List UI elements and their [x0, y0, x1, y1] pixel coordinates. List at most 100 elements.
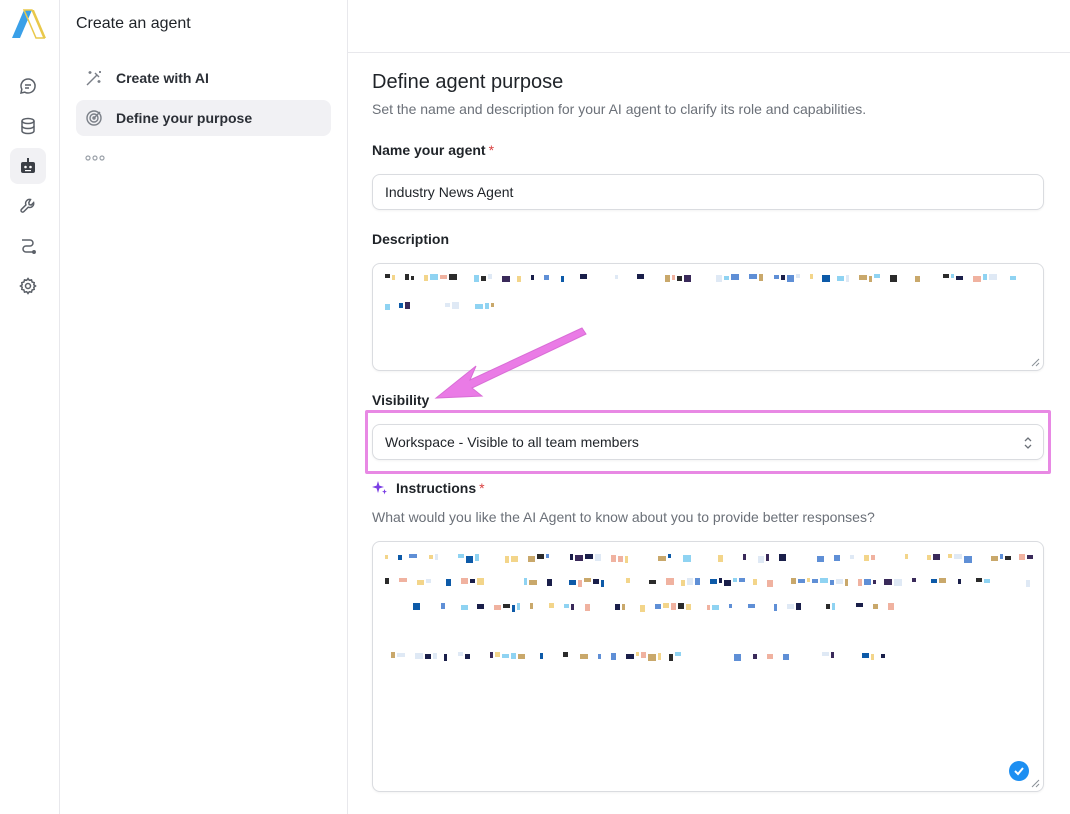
redacted-pixel: [517, 603, 520, 610]
wizard-panel: Create an agent Create with AI Define yo…: [60, 0, 348, 814]
redacted-pixel: [822, 652, 829, 656]
redacted-pixel: [683, 555, 691, 562]
redacted-pixel: [864, 579, 871, 585]
redacted-pixel: [753, 654, 757, 659]
app-logo-icon[interactable]: [10, 8, 48, 40]
redacted-pixel: [529, 580, 537, 585]
required-mark: *: [479, 480, 485, 496]
redacted-pixel: [733, 578, 737, 582]
redacted-pixel: [850, 555, 854, 559]
redacted-pixel: [894, 579, 902, 586]
redacted-pixel: [881, 654, 885, 658]
redacted-pixel: [385, 274, 390, 278]
redacted-pixel: [964, 556, 972, 563]
chat-nav-button[interactable]: [10, 68, 46, 104]
redacted-pixel: [836, 579, 843, 584]
redacted-pixel: [385, 304, 390, 310]
redacted-pixel: [787, 604, 794, 609]
redacted-pixel: [595, 554, 601, 561]
redacted-pixel: [537, 554, 544, 559]
redacted-pixel: [435, 554, 438, 560]
agent-name-input[interactable]: Industry News Agent: [372, 174, 1044, 210]
workflow-nav-button[interactable]: [10, 228, 46, 264]
redacted-pixel: [598, 654, 601, 659]
redacted-pixel: [810, 274, 813, 279]
redacted-pixel: [433, 653, 437, 659]
redacted-pixel: [779, 554, 786, 561]
redacted-pixel: [939, 578, 946, 583]
redacted-pixel: [716, 275, 722, 282]
redacted-pixel: [584, 578, 591, 582]
redacted-pixel: [524, 578, 527, 585]
grammar-check-icon[interactable]: [1009, 761, 1029, 781]
required-mark: *: [488, 142, 495, 158]
redacted-pixel: [856, 603, 863, 607]
redacted-pixel: [983, 274, 987, 280]
database-icon: [21, 117, 35, 135]
redacted-pixel: [758, 556, 764, 563]
redacted-pixel: [807, 578, 810, 582]
redacted-pixel: [748, 604, 755, 608]
redacted-pixel: [864, 555, 869, 561]
redacted-description-text: [385, 274, 1016, 310]
redacted-pixel: [663, 603, 669, 608]
instructions-label-text: Instructions: [396, 480, 477, 496]
nav-create-with-ai[interactable]: Create with AI: [76, 60, 331, 96]
redacted-pixel: [831, 652, 834, 658]
redacted-pixel: [948, 554, 952, 558]
redacted-pixel: [678, 603, 684, 609]
redacted-pixel: [888, 603, 894, 610]
redacted-pixel: [611, 653, 616, 660]
redacted-pixel: [1019, 554, 1025, 560]
redacted-pixel: [399, 303, 403, 308]
redacted-pixel: [417, 580, 424, 585]
redacted-pixel: [530, 603, 533, 609]
redacted-pixel: [546, 554, 549, 558]
redacted-pixel: [585, 604, 590, 611]
description-label: Description: [372, 231, 450, 247]
target-icon: [86, 110, 102, 126]
description-textarea[interactable]: [372, 263, 1044, 371]
redacted-pixel: [871, 555, 875, 560]
redacted-pixel: [812, 579, 818, 583]
redacted-pixel: [409, 554, 417, 558]
redacted-pixel: [640, 605, 645, 612]
redacted-pixel: [477, 578, 484, 585]
resize-handle-icon[interactable]: [1031, 358, 1040, 367]
chat-icon: [20, 78, 36, 94]
redacted-pixel: [798, 579, 805, 583]
visibility-label: Visibility: [372, 392, 430, 408]
redacted-pixel: [695, 578, 700, 585]
redacted-pixel: [446, 579, 451, 586]
redacted-pixel: [593, 579, 599, 584]
robot-icon: [21, 158, 35, 173]
resize-handle-icon[interactable]: [1031, 779, 1040, 788]
tools-nav-button[interactable]: [10, 188, 46, 224]
redacted-pixel: [796, 603, 801, 610]
agents-nav-button[interactable]: [10, 148, 46, 184]
redacted-pixel: [718, 555, 723, 562]
redacted-pixel: [1005, 556, 1011, 560]
redacted-pixel: [734, 654, 741, 661]
redacted-pixel: [766, 554, 769, 561]
redacted-pixel: [391, 652, 395, 658]
checkmark-icon: [1014, 767, 1024, 776]
redacted-pixel: [707, 605, 710, 610]
redacted-pixel: [976, 578, 982, 582]
main-form: Define agent purpose Set the name and de…: [348, 53, 1070, 814]
redacted-pixel: [531, 275, 534, 280]
database-nav-button[interactable]: [10, 108, 46, 144]
instructions-textarea[interactable]: [372, 541, 1044, 792]
redacted-pixel: [405, 274, 409, 280]
redacted-pixel: [991, 556, 998, 561]
redacted-pixel: [1000, 554, 1003, 559]
nav-define-purpose[interactable]: Define your purpose: [76, 100, 331, 136]
redacted-pixel: [485, 303, 489, 309]
redacted-pixel: [544, 275, 549, 280]
instructions-label: Instructions *: [372, 480, 485, 496]
redacted-pixel: [411, 276, 414, 280]
redacted-pixel: [837, 276, 844, 281]
redacted-pixel: [430, 274, 438, 280]
settings-nav-button[interactable]: [10, 268, 46, 304]
visibility-select[interactable]: Workspace - Visible to all team members: [372, 424, 1044, 460]
